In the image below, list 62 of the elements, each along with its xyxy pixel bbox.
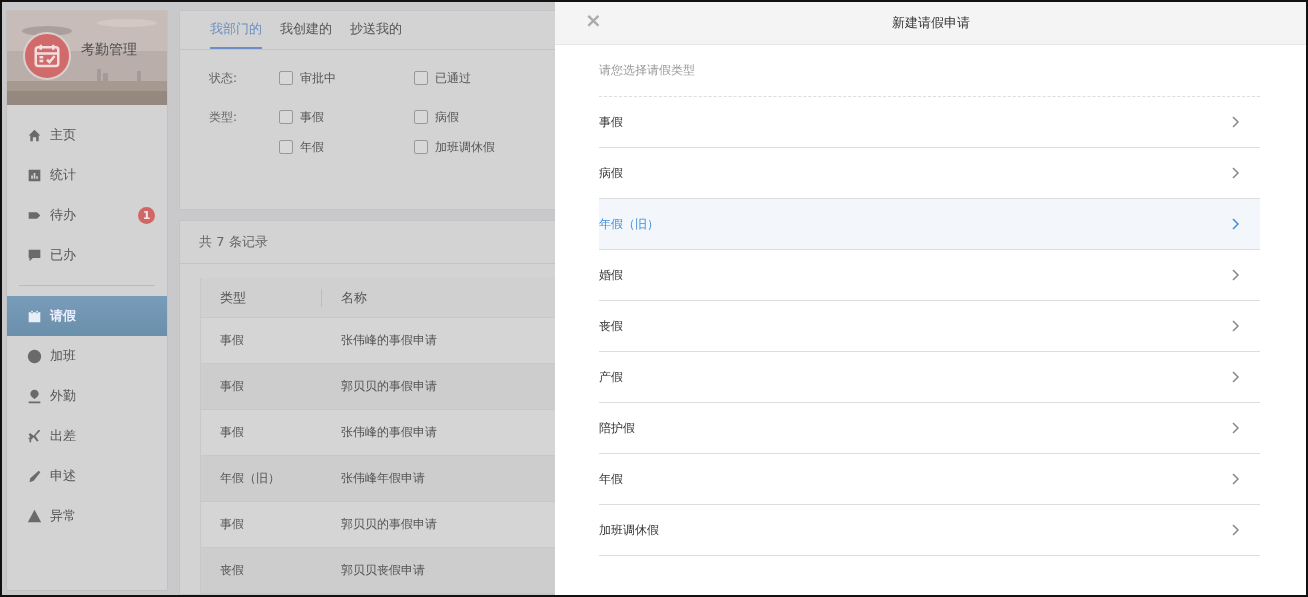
chevron-right-icon	[1232, 473, 1240, 485]
table-cell-text: 郭贝贝的事假申请	[340, 378, 438, 395]
chevron-right-icon	[1232, 269, 1240, 281]
checkbox[interactable]: 审批中	[279, 68, 414, 88]
leave-type-item[interactable]: 年假（旧）	[599, 199, 1260, 250]
leave-type-item[interactable]: 产假	[599, 352, 1260, 403]
sidebar-item[interactable]: 请假	[7, 296, 167, 336]
filter-label: 类型:	[209, 109, 239, 126]
sidebar-item[interactable]: 主页	[7, 115, 167, 155]
chevron-right-icon	[1232, 524, 1240, 536]
filter-label: 状态:	[209, 70, 239, 87]
chevron-right-icon	[1232, 320, 1240, 332]
chart-icon	[27, 167, 42, 183]
sidebar-item[interactable]: 异常	[7, 496, 167, 536]
leave-type-item[interactable]: 年假	[599, 454, 1260, 505]
chat-icon	[27, 247, 42, 263]
home-icon	[27, 127, 42, 143]
app-title: 考勤管理	[81, 41, 137, 59]
sidebar-item[interactable]: 出差	[7, 416, 167, 456]
sidebar-item[interactable]: 待办 1	[7, 195, 167, 235]
sidebar-item[interactable]: 申述	[7, 456, 167, 496]
tab[interactable]: 抄送我的	[350, 11, 402, 49]
leave-type-item[interactable]: 婚假	[599, 250, 1260, 301]
table-cell-text: 事假	[219, 516, 245, 533]
column-header: 类型	[201, 288, 322, 307]
column-header: 名称	[340, 288, 368, 307]
leave-type-item[interactable]: 陪护假	[599, 403, 1260, 454]
sidebar-item[interactable]: 外勤	[7, 376, 167, 416]
tab[interactable]: 我创建的	[280, 11, 332, 49]
chevron-right-icon	[1232, 371, 1240, 383]
prompt-text: 请您选择请假类型	[599, 45, 1260, 97]
table-cell-text: 郭贝贝的事假申请	[340, 516, 438, 533]
table-cell-text: 事假	[219, 332, 245, 349]
checkbox[interactable]: 病假	[414, 107, 549, 127]
sidebar-item[interactable]: 已办	[7, 235, 167, 275]
chevron-right-icon	[1232, 116, 1240, 128]
leave-type-item[interactable]: 加班调休假	[599, 505, 1260, 556]
pen-icon	[27, 468, 42, 484]
checkbox[interactable]: 已通过	[414, 68, 549, 88]
chevron-right-icon	[1232, 422, 1240, 434]
table-cell-text: 张伟峰年假申请	[340, 470, 426, 487]
leave-type-item[interactable]: 事假	[599, 97, 1260, 148]
leave-type-item[interactable]: 丧假	[599, 301, 1260, 352]
table-cell-text: 事假	[219, 424, 245, 441]
table-cell-text: 丧假	[219, 562, 245, 579]
table-cell-text: 张伟峰的事假申请	[340, 424, 438, 441]
chevron-right-icon	[1232, 167, 1240, 179]
sidebar-item[interactable]: 统计	[7, 155, 167, 195]
table-cell-text: 事假	[219, 378, 245, 395]
chevron-right-icon	[1232, 218, 1240, 230]
pin-icon	[27, 388, 42, 404]
warning-icon	[27, 508, 42, 524]
count-badge: 1	[138, 206, 155, 224]
drawer-title: 新建请假申请	[891, 14, 970, 32]
table-cell-text: 郭贝贝丧假申请	[340, 562, 426, 579]
checkbox[interactable]: 年假	[279, 137, 414, 157]
table-cell-text: 年假（旧）	[219, 470, 281, 487]
checkbox[interactable]: 事假	[279, 107, 414, 127]
calendar-icon	[27, 308, 42, 324]
table-cell-text: 张伟峰的事假申请	[340, 332, 438, 349]
sidebar-item[interactable]: 加班	[7, 336, 167, 376]
checkbox[interactable]: 加班调休假	[414, 137, 549, 157]
